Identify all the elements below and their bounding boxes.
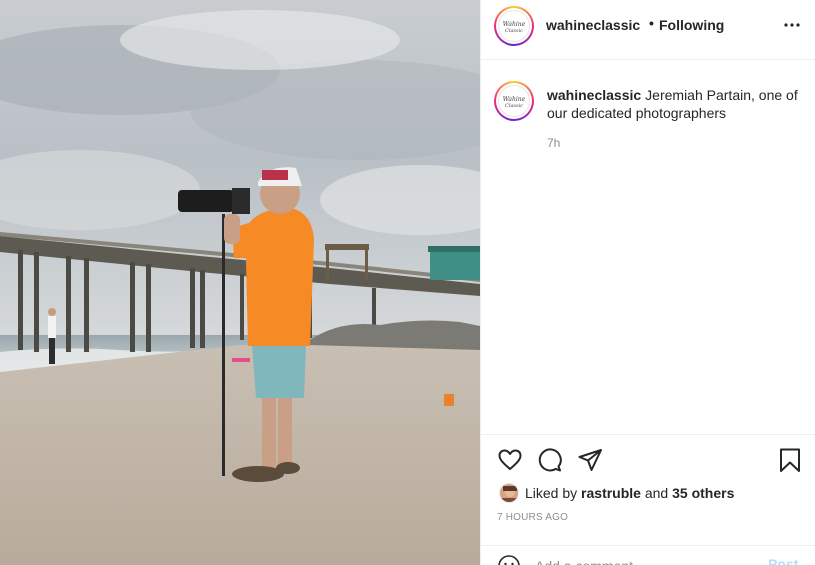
svg-text:Classic: Classic [505,103,523,109]
wahine-classic-logo-icon: Wahine Classic [503,21,526,34]
bookmark-icon[interactable] [777,447,803,473]
others-likes-link[interactable]: 35 others [672,485,734,501]
likes-summary: Liked by rastruble and 35 others [499,482,734,504]
post-age[interactable]: 7 HOURS AGO [497,512,568,523]
comment-bar: Post [481,545,815,565]
svg-text:Classic: Classic [505,28,523,34]
caption-avatar[interactable]: Wahine Classic [494,81,534,121]
caption-timestamp[interactable]: 7h [547,136,560,150]
avatar[interactable]: Wahine Classic [494,6,534,46]
post-photo[interactable] [0,0,480,565]
svg-text:Wahine: Wahine [503,96,526,103]
following-button[interactable]: Following [659,17,724,33]
liker-username-link[interactable]: rastruble [581,485,641,501]
liked-by-label: Liked by [525,485,578,501]
post-caption: wahineclassic Jeremiah Partain, one of ou… [547,86,809,122]
emoji-icon[interactable] [497,554,521,565]
caption-username-link[interactable]: wahineclassic [547,87,641,103]
post-details-panel: Wahine Classic wahineclassic • Following… [480,0,815,565]
liker-avatar[interactable] [499,483,519,503]
post-actions: Liked by rastruble and 35 others 7 HOURS… [481,434,815,565]
wahine-classic-logo-icon: Wahine Classic [503,96,526,109]
comment-input[interactable] [535,555,755,565]
header-username-link[interactable]: wahineclassic [546,17,640,33]
heart-icon[interactable] [497,447,523,473]
comment-icon[interactable] [537,447,563,473]
post-comment-button[interactable]: Post [768,556,798,565]
share-icon[interactable] [577,447,603,473]
svg-text:Wahine: Wahine [503,21,526,28]
more-options-icon[interactable] [781,14,803,36]
separator-dot: • [649,15,654,31]
likes-conjunction: and [644,485,669,501]
beach-photographer-image [0,0,480,565]
post-header: Wahine Classic wahineclassic • Following [481,0,815,60]
